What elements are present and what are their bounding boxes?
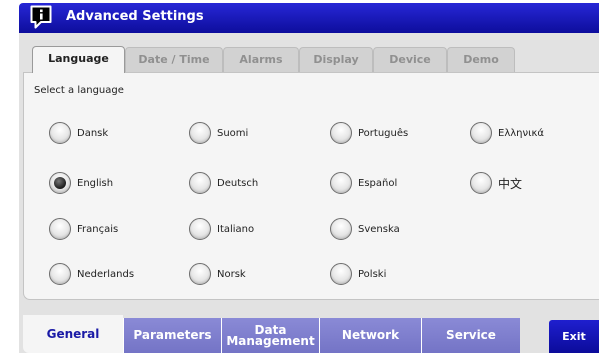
bottom-tab-network[interactable]: Network [319,318,421,353]
settings-tabs: Language Date / Time Alarms Display Devi… [19,33,599,73]
tab-display[interactable]: Display [299,47,373,72]
language-option-greek[interactable]: Ελληνικά [470,122,544,144]
language-label: Português [358,127,409,139]
bottom-tab-data-management[interactable]: Data Management [221,318,319,353]
language-label: Suomi [217,127,249,139]
radio-button[interactable] [330,218,352,240]
radio-button[interactable] [470,122,492,144]
language-label: Français [77,223,119,235]
radio-button[interactable] [49,122,71,144]
bottom-nav: General Parameters Data Management Netwo… [19,315,599,353]
window-title: Advanced Settings [66,9,204,24]
language-option-francais[interactable]: Français [49,218,118,240]
bottom-tab-general[interactable]: General [23,315,123,353]
language-option-polski[interactable]: Polski [330,263,386,285]
radio-button[interactable] [330,172,352,194]
language-label: Norsk [217,268,246,280]
title-bar: Advanced Settings [19,3,599,33]
tab-demo[interactable]: Demo [447,47,515,72]
radio-button[interactable] [189,218,211,240]
tab-device[interactable]: Device [373,47,447,72]
language-option-svenska[interactable]: Svenska [330,218,400,240]
language-prompt: Select a language [34,85,124,96]
language-option-suomi[interactable]: Suomi [189,122,248,144]
language-option-nederlands[interactable]: Nederlands [49,263,134,285]
language-label: Ελληνικά [498,127,544,139]
tab-language[interactable]: Language [32,46,125,73]
language-label: Nederlands [77,268,135,280]
radio-button[interactable] [189,263,211,285]
language-label: 中文 [498,176,523,191]
language-option-espanol[interactable]: Español [330,172,397,194]
language-label: Svenska [358,223,400,235]
language-option-english[interactable]: English [49,172,113,194]
tab-alarms[interactable]: Alarms [223,47,299,72]
radio-button[interactable] [189,122,211,144]
language-option-deutsch[interactable]: Deutsch [189,172,258,194]
language-option-dansk[interactable]: Dansk [49,122,108,144]
language-label: Polski [358,268,387,280]
language-option-norsk[interactable]: Norsk [189,263,246,285]
language-option-chinese[interactable]: 中文 [470,172,522,194]
info-icon [30,5,52,29]
language-label: Dansk [77,127,109,139]
language-label: Español [358,177,398,189]
radio-button-selected[interactable] [49,172,71,194]
bottom-tab-parameters[interactable]: Parameters [123,318,221,353]
tab-date-time[interactable]: Date / Time [125,47,223,72]
radio-button[interactable] [49,263,71,285]
radio-button[interactable] [189,172,211,194]
language-option-portugues[interactable]: Português [330,122,408,144]
bottom-tab-service[interactable]: Service [421,318,520,353]
radio-button[interactable] [330,263,352,285]
language-label: English [77,177,114,189]
language-option-italiano[interactable]: Italiano [189,218,254,240]
radio-button[interactable] [49,218,71,240]
language-label: Italiano [217,223,255,235]
radio-button[interactable] [330,122,352,144]
exit-button[interactable]: Exit [549,320,599,353]
radio-button[interactable] [470,172,492,194]
language-label: Deutsch [217,177,259,189]
settings-panel: Language Date / Time Alarms Display Devi… [19,33,599,353]
